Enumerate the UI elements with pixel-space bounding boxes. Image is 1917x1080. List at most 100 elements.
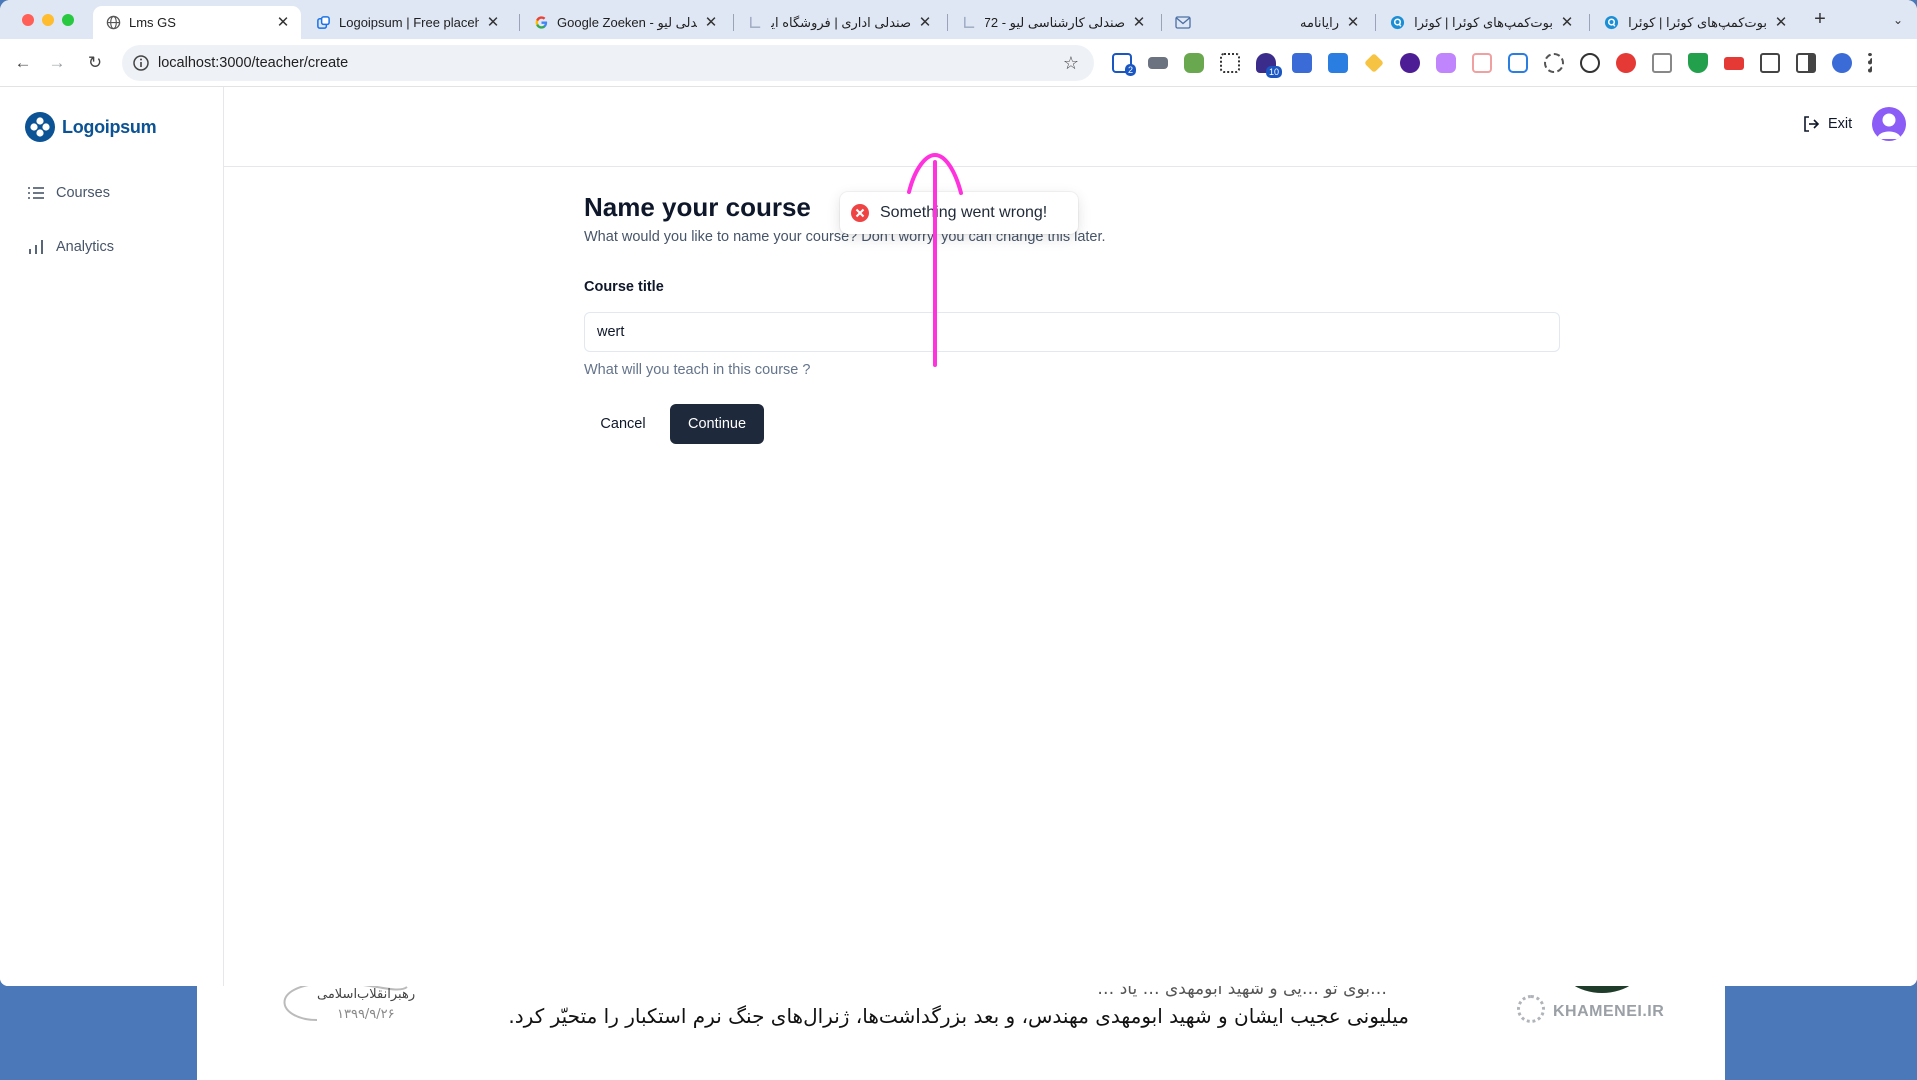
course-title-input[interactable] bbox=[584, 312, 1560, 352]
topbar: Exit bbox=[224, 87, 1917, 167]
extension-badge: 10 bbox=[1265, 66, 1282, 78]
reload-button[interactable]: ↻ bbox=[83, 51, 107, 75]
extension-record-icon[interactable] bbox=[1724, 56, 1744, 70]
log-out-icon bbox=[1804, 116, 1820, 132]
tab-google-search[interactable]: Google Zoeken - صندلی لیو ✕ bbox=[521, 6, 729, 39]
extension-window-icon[interactable] bbox=[1292, 53, 1312, 73]
exit-label: Exit bbox=[1828, 116, 1853, 132]
tab-quera-1[interactable]: بوت‌کمپ‌های کوئرا | کوئرا ✕ bbox=[1377, 6, 1585, 39]
tab-title: Google Zoeken - صندلی لیو bbox=[557, 14, 697, 30]
sidebar-item-analytics[interactable]: Analytics bbox=[26, 237, 114, 257]
menu-kebab-icon[interactable] bbox=[1868, 53, 1872, 73]
logoipsum-favicon-icon bbox=[315, 15, 331, 31]
desktop-wallpaper: …بوی تو …یی و شهید ابومهدی … یاد … میلیو… bbox=[197, 975, 1725, 1080]
globe-icon bbox=[105, 15, 121, 31]
exit-button[interactable]: Exit bbox=[1802, 115, 1852, 133]
sidebar-item-label: Analytics bbox=[56, 239, 115, 255]
close-icon[interactable]: ✕ bbox=[1345, 14, 1361, 31]
extension-adblock-icon[interactable] bbox=[1616, 53, 1636, 73]
quera-favicon-icon bbox=[1603, 15, 1619, 31]
tab-title: صندلی کارشناسی لیو - I72 bbox=[985, 14, 1125, 30]
extension-download-circle-icon[interactable] bbox=[1400, 53, 1420, 73]
tab-title: صندلی اداری | فروشگاه اینترنتی bbox=[771, 14, 911, 30]
tab-title: بوت‌کمپ‌های کوئرا | کوئرا bbox=[1628, 14, 1767, 30]
logo[interactable]: Logoipsum bbox=[24, 111, 157, 143]
back-button[interactable]: ← bbox=[11, 51, 35, 75]
extension-sync-icon[interactable] bbox=[1580, 53, 1600, 73]
puzzle-icon[interactable] bbox=[1760, 53, 1780, 73]
continue-button[interactable]: Continue bbox=[670, 404, 764, 444]
wallpaper-signature-text: رهبرانقلاب‌اسلامی bbox=[317, 987, 416, 1002]
page-favicon-icon bbox=[747, 15, 763, 31]
close-icon[interactable]: ✕ bbox=[275, 14, 291, 31]
tab-separator bbox=[733, 14, 734, 31]
extension-bug-icon[interactable] bbox=[1544, 53, 1564, 73]
extension-cap-icon[interactable]: 10 bbox=[1256, 53, 1282, 78]
wallpaper-signature-date: ۱۳۹۹/۹/۲۶ bbox=[337, 1007, 395, 1022]
url-text[interactable]: localhost:3000/teacher/create bbox=[158, 55, 1060, 71]
toast-message: Something went wrong! bbox=[880, 204, 1048, 221]
extension-calendar-icon[interactable] bbox=[1472, 53, 1492, 73]
tab-bar: Lms GS ✕ Logoipsum | Free placeho ✕ Goog… bbox=[0, 0, 1917, 39]
brand-gear-icon bbox=[1517, 995, 1545, 1023]
profile-icon[interactable] bbox=[1832, 53, 1852, 73]
wallpaper-brand: KHAMENEI.IR bbox=[1553, 1003, 1665, 1020]
maximize-window-button[interactable] bbox=[62, 14, 74, 26]
browser-toolbar: ← → ↻ localhost:3000/teacher/create ☆ 2 … bbox=[0, 39, 1917, 87]
sidebar: Logoipsum Courses Analytics bbox=[0, 87, 224, 986]
extension-download-icon[interactable] bbox=[1328, 53, 1348, 73]
extension-code-icon[interactable] bbox=[1652, 53, 1672, 73]
course-title-label: Course title bbox=[584, 279, 664, 295]
address-bar[interactable]: localhost:3000/teacher/create ☆ bbox=[122, 45, 1094, 81]
user-avatar[interactable] bbox=[1872, 107, 1906, 141]
close-icon[interactable]: ✕ bbox=[485, 14, 501, 31]
minimize-window-button[interactable] bbox=[42, 14, 54, 26]
tab-separator bbox=[519, 14, 520, 31]
browser-window: Lms GS ✕ Logoipsum | Free placeho ✕ Goog… bbox=[0, 0, 1917, 986]
extension-video-icon[interactable] bbox=[1148, 57, 1168, 69]
bookmark-star-icon[interactable]: ☆ bbox=[1060, 52, 1082, 74]
tab-title: بوت‌کمپ‌های کوئرا | کوئرا bbox=[1414, 14, 1553, 30]
extension-badge: 2 bbox=[1124, 64, 1136, 76]
tab-office-chair[interactable]: صندلی اداری | فروشگاه اینترنتی ✕ bbox=[735, 6, 943, 39]
close-icon[interactable]: ✕ bbox=[1131, 14, 1147, 31]
tab-mail[interactable]: رایانامه ✕ bbox=[1163, 6, 1371, 39]
tab-lms-gs[interactable]: Lms GS ✕ bbox=[93, 6, 301, 39]
cancel-button[interactable]: Cancel bbox=[584, 404, 662, 444]
tab-separator bbox=[1375, 14, 1376, 31]
extension-translate-icon[interactable]: 2 bbox=[1112, 53, 1136, 76]
extension-shield-icon[interactable] bbox=[1688, 53, 1708, 73]
extension-screen-icon[interactable] bbox=[1508, 53, 1528, 73]
extension-pencil-icon[interactable] bbox=[1364, 53, 1384, 73]
tab-title: Logoipsum | Free placeho bbox=[339, 15, 479, 30]
site-info-icon[interactable] bbox=[132, 54, 150, 72]
sidebar-item-courses[interactable]: Courses bbox=[26, 183, 110, 203]
close-icon[interactable]: ✕ bbox=[1773, 14, 1789, 31]
extension-qr-icon[interactable] bbox=[1220, 53, 1240, 73]
tab-quera-2[interactable]: بوت‌کمپ‌های کوئرا | کوئرا ✕ bbox=[1591, 6, 1799, 39]
close-icon[interactable]: ✕ bbox=[1559, 14, 1575, 31]
close-icon[interactable]: ✕ bbox=[703, 14, 719, 31]
logo-text: Logoipsum bbox=[62, 116, 157, 137]
tab-separator bbox=[1589, 14, 1590, 31]
google-favicon-icon bbox=[533, 15, 549, 31]
tab-logoipsum[interactable]: Logoipsum | Free placeho ✕ bbox=[303, 6, 511, 39]
app: Logoipsum Courses Analytics Exit Name yo… bbox=[0, 87, 1917, 986]
error-toast: Something went wrong! bbox=[840, 192, 1078, 234]
tab-search-button[interactable]: ⌄ bbox=[1886, 8, 1910, 32]
close-window-button[interactable] bbox=[22, 14, 34, 26]
close-icon[interactable]: ✕ bbox=[917, 14, 933, 31]
sidebar-item-label: Courses bbox=[56, 185, 110, 201]
extension-game-icon[interactable] bbox=[1184, 53, 1204, 73]
user-icon bbox=[1877, 113, 1901, 139]
error-x-circle-icon bbox=[851, 204, 869, 222]
extension-feather-icon[interactable] bbox=[1436, 53, 1456, 73]
new-tab-button[interactable]: + bbox=[1808, 8, 1832, 32]
tab-separator bbox=[947, 14, 948, 31]
forward-button[interactable]: → bbox=[45, 51, 69, 75]
list-icon bbox=[28, 187, 44, 199]
extensions-bar: 2 10 bbox=[1112, 51, 1872, 78]
tab-separator bbox=[1161, 14, 1162, 31]
side-panel-icon[interactable] bbox=[1796, 53, 1816, 73]
tab-expert-chair[interactable]: صندلی کارشناسی لیو - I72 ✕ bbox=[949, 6, 1157, 39]
